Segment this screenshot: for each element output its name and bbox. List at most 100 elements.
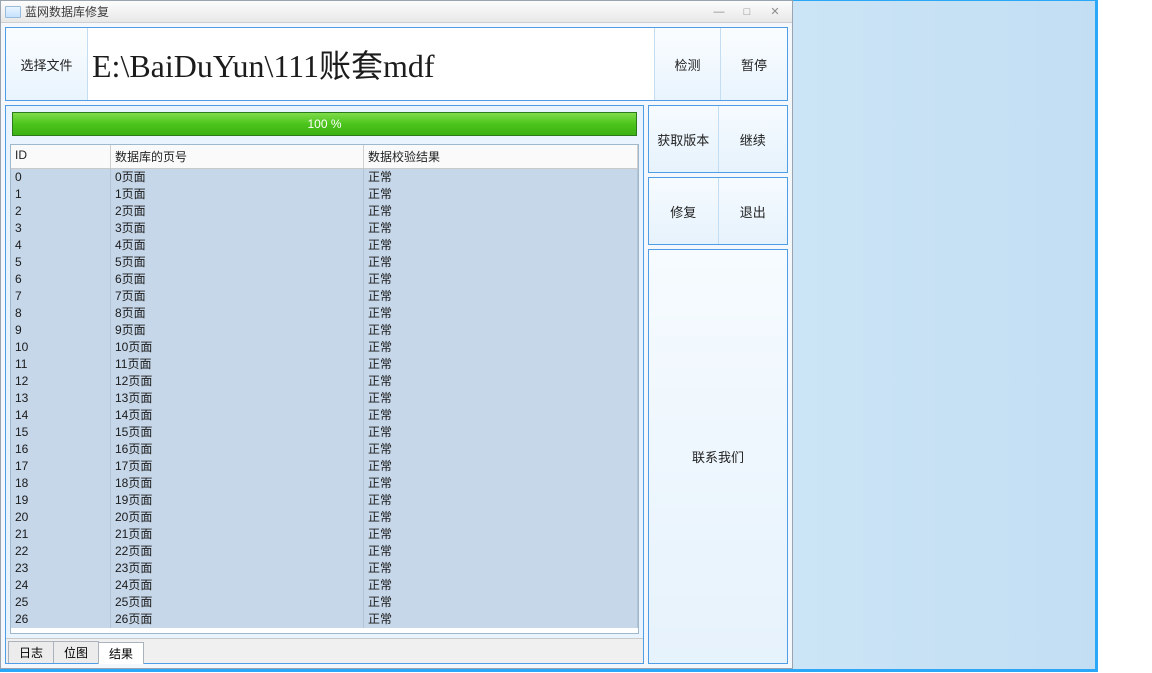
choose-file-button[interactable]: 选择文件 — [6, 28, 88, 100]
table-row[interactable]: 1212页面正常 — [11, 373, 638, 390]
table-row[interactable]: 1717页面正常 — [11, 458, 638, 475]
cell-page: 10页面 — [111, 339, 364, 356]
tab-bitmap[interactable]: 位图 — [53, 641, 99, 663]
contact-label: 联系我们 — [692, 447, 744, 466]
cell-result: 正常 — [364, 611, 638, 628]
cell-id: 16 — [11, 441, 111, 458]
table-row[interactable]: 2525页面正常 — [11, 594, 638, 611]
cell-id: 1 — [11, 186, 111, 203]
cell-id: 8 — [11, 305, 111, 322]
file-path-input[interactable]: E:\BaiDuYun\111账套mdf — [88, 28, 655, 100]
table-row[interactable]: 2121页面正常 — [11, 526, 638, 543]
cell-id: 2 — [11, 203, 111, 220]
grid-body[interactable]: 00页面正常11页面正常22页面正常33页面正常44页面正常55页面正常66页面… — [11, 169, 638, 633]
cell-page: 24页面 — [111, 577, 364, 594]
get-version-button[interactable]: 获取版本 — [649, 106, 719, 172]
minimize-button[interactable]: — — [706, 4, 732, 20]
cell-result: 正常 — [364, 458, 638, 475]
table-row[interactable]: 00页面正常 — [11, 169, 638, 186]
result-grid: ID 数据库的页号 数据校验结果 00页面正常11页面正常22页面正常33页面正… — [10, 144, 639, 634]
col-header-result[interactable]: 数据校验结果 — [364, 145, 638, 168]
cell-page: 18页面 — [111, 475, 364, 492]
table-row[interactable]: 1414页面正常 — [11, 407, 638, 424]
tab-result[interactable]: 结果 — [98, 642, 144, 664]
cell-page: 21页面 — [111, 526, 364, 543]
cell-result: 正常 — [364, 475, 638, 492]
cell-result: 正常 — [364, 577, 638, 594]
cell-id: 15 — [11, 424, 111, 441]
cell-result: 正常 — [364, 407, 638, 424]
table-row[interactable]: 66页面正常 — [11, 271, 638, 288]
cell-page: 8页面 — [111, 305, 364, 322]
cell-page: 14页面 — [111, 407, 364, 424]
exit-button[interactable]: 退出 — [719, 178, 788, 244]
cell-id: 12 — [11, 373, 111, 390]
table-row[interactable]: 1313页面正常 — [11, 390, 638, 407]
table-row[interactable]: 99页面正常 — [11, 322, 638, 339]
cell-result: 正常 — [364, 543, 638, 560]
table-row[interactable]: 77页面正常 — [11, 288, 638, 305]
table-row[interactable]: 11页面正常 — [11, 186, 638, 203]
cell-page: 0页面 — [111, 169, 364, 186]
cell-result: 正常 — [364, 424, 638, 441]
cell-page: 7页面 — [111, 288, 364, 305]
cell-result: 正常 — [364, 322, 638, 339]
cell-page: 19页面 — [111, 492, 364, 509]
cell-page: 6页面 — [111, 271, 364, 288]
main-window: 蓝网数据库修复 — □ ✕ 选择文件 E:\BaiDuYun\111账套mdf … — [0, 0, 793, 669]
close-button[interactable]: ✕ — [762, 4, 788, 20]
table-row[interactable]: 44页面正常 — [11, 237, 638, 254]
grid-header: ID 数据库的页号 数据校验结果 — [11, 145, 638, 169]
table-row[interactable]: 1515页面正常 — [11, 424, 638, 441]
table-row[interactable]: 2323页面正常 — [11, 560, 638, 577]
cell-id: 25 — [11, 594, 111, 611]
table-row[interactable]: 1919页面正常 — [11, 492, 638, 509]
table-row[interactable]: 1818页面正常 — [11, 475, 638, 492]
table-row[interactable]: 55页面正常 — [11, 254, 638, 271]
repair-button[interactable]: 修复 — [649, 178, 719, 244]
table-row[interactable]: 2222页面正常 — [11, 543, 638, 560]
cell-page: 1页面 — [111, 186, 364, 203]
col-header-id[interactable]: ID — [11, 145, 111, 168]
cell-result: 正常 — [364, 254, 638, 271]
titlebar: 蓝网数据库修复 — □ ✕ — [1, 1, 792, 23]
progress-bar: 100 % — [12, 112, 637, 136]
cell-result: 正常 — [364, 305, 638, 322]
contact-panel[interactable]: 联系我们 — [648, 249, 788, 664]
cell-page: 22页面 — [111, 543, 364, 560]
cell-result: 正常 — [364, 373, 638, 390]
table-row[interactable]: 2424页面正常 — [11, 577, 638, 594]
cell-result: 正常 — [364, 186, 638, 203]
cell-result: 正常 — [364, 390, 638, 407]
cell-page: 20页面 — [111, 509, 364, 526]
detect-button[interactable]: 检测 — [655, 28, 721, 100]
cell-id: 20 — [11, 509, 111, 526]
continue-button[interactable]: 继续 — [719, 106, 788, 172]
pause-button[interactable]: 暂停 — [721, 28, 787, 100]
col-header-page[interactable]: 数据库的页号 — [111, 145, 364, 168]
cell-id: 19 — [11, 492, 111, 509]
table-row[interactable]: 1010页面正常 — [11, 339, 638, 356]
table-row[interactable]: 88页面正常 — [11, 305, 638, 322]
tab-log[interactable]: 日志 — [8, 641, 54, 663]
cell-result: 正常 — [364, 288, 638, 305]
table-row[interactable]: 2626页面正常 — [11, 611, 638, 628]
cell-id: 10 — [11, 339, 111, 356]
cell-result: 正常 — [364, 237, 638, 254]
cell-id: 23 — [11, 560, 111, 577]
cell-result: 正常 — [364, 339, 638, 356]
cell-page: 12页面 — [111, 373, 364, 390]
cell-page: 16页面 — [111, 441, 364, 458]
table-row[interactable]: 2020页面正常 — [11, 509, 638, 526]
table-row[interactable]: 1616页面正常 — [11, 441, 638, 458]
table-row[interactable]: 1111页面正常 — [11, 356, 638, 373]
cell-id: 22 — [11, 543, 111, 560]
cell-result: 正常 — [364, 220, 638, 237]
cell-page: 4页面 — [111, 237, 364, 254]
table-row[interactable]: 22页面正常 — [11, 203, 638, 220]
maximize-button[interactable]: □ — [734, 4, 760, 20]
bottom-tabs: 日志 位图 结果 — [6, 638, 643, 663]
cell-id: 17 — [11, 458, 111, 475]
table-row[interactable]: 33页面正常 — [11, 220, 638, 237]
cell-id: 26 — [11, 611, 111, 628]
